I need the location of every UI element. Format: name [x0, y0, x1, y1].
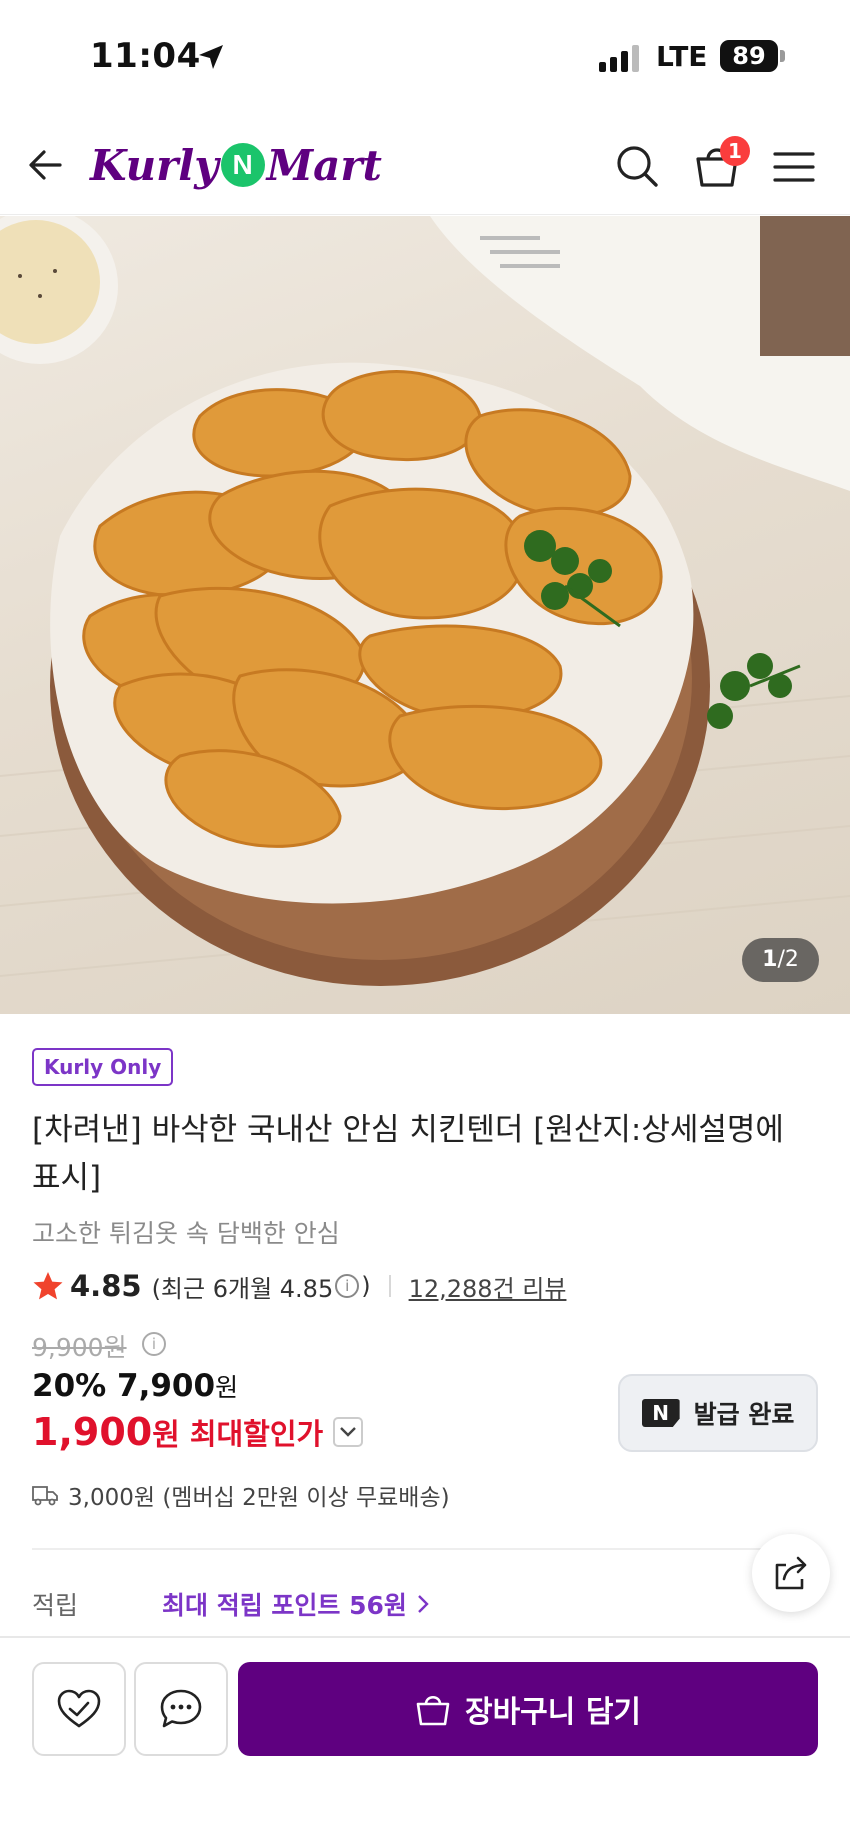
price-info-icon[interactable]: i — [142, 1332, 166, 1356]
divider — [388, 1275, 391, 1297]
chat-button[interactable] — [134, 1662, 228, 1756]
rating-row: 4.85 (최근 6개월 4.85 i ) 12,288건 리뷰 — [32, 1268, 566, 1304]
heart-icon — [57, 1689, 101, 1728]
original-price: 9,900원 — [32, 1333, 127, 1362]
add-to-cart-button[interactable]: 장바구니 담기 — [238, 1662, 818, 1756]
logo-text-right: Mart — [266, 140, 382, 190]
hamburger-menu-icon[interactable] — [772, 149, 816, 185]
search-icon[interactable] — [614, 143, 660, 189]
image-counter-total: 2 — [784, 947, 799, 972]
share-icon — [775, 1556, 807, 1590]
wishlist-button[interactable] — [32, 1662, 126, 1756]
coupon-issued-button[interactable]: N 발급 완료 — [618, 1374, 818, 1452]
product-subtitle: 고소한 튀김옷 속 담백한 안심 — [32, 1219, 340, 1248]
points-label: 적립 — [32, 1591, 79, 1620]
reviews-link[interactable]: 12,288건 리뷰 — [409, 1269, 567, 1304]
chicken-tender-photo — [0, 216, 850, 986]
app-header: Kurly N Mart 1 — [0, 115, 850, 215]
rating-recent-close: ) — [361, 1272, 371, 1300]
back-arrow-icon[interactable] — [26, 145, 66, 185]
points-link[interactable]: 최대 적립 포인트 56원 — [162, 1586, 431, 1622]
logo-text-left: Kurly — [90, 140, 219, 190]
star-icon — [33, 1272, 63, 1300]
chevron-right-icon — [418, 1595, 429, 1613]
product-image[interactable] — [0, 216, 850, 1014]
cell-signal-icon — [599, 45, 639, 72]
kurly-n-mart-logo[interactable]: Kurly N Mart — [90, 135, 382, 195]
max-discount-price: 1,900 — [32, 1410, 153, 1454]
battery-icon: 89 — [720, 40, 778, 72]
cart-count-badge: 1 — [720, 136, 750, 166]
status-time: 11:04 — [90, 36, 201, 76]
logo-n-badge: N — [220, 143, 265, 187]
truck-icon — [32, 1486, 58, 1506]
discount-price: 7,900 — [117, 1368, 216, 1404]
rating-recent: (최근 6개월 4.85 — [151, 1274, 334, 1303]
rating-score: 4.85 — [70, 1269, 142, 1303]
bottom-action-bar: 장바구니 담기 — [0, 1636, 850, 1842]
discount-percent: 20% — [32, 1368, 107, 1404]
status-bar: 11:04 LTE 89 — [0, 0, 850, 115]
product-title: [차려낸] 바삭한 국내산 안심 치킨텐더 [원산지:상세설명에 표시] — [32, 1112, 784, 1196]
naver-n-icon: N — [641, 1399, 680, 1427]
max-discount-row[interactable]: 1,900 원 최대할인가 — [32, 1410, 364, 1454]
kurly-only-badge: Kurly Only — [32, 1048, 174, 1086]
info-icon[interactable]: i — [335, 1274, 360, 1298]
location-arrow-icon — [199, 45, 223, 69]
discount-unit: 원 — [215, 1373, 239, 1402]
chevron-down-icon[interactable] — [333, 1417, 364, 1447]
network-type: LTE — [656, 40, 708, 73]
chat-bubble-icon — [160, 1689, 202, 1728]
add-to-cart-label: 장바구니 담기 — [464, 1695, 642, 1730]
shopping-bag-icon — [416, 1695, 450, 1726]
image-counter-separator: / — [777, 947, 785, 972]
battery-tip — [780, 50, 785, 62]
discount-row: 20% 7,900원 — [32, 1368, 238, 1404]
image-counter-current: 1 — [762, 947, 778, 972]
coupon-button-label: 발급 완료 — [693, 1400, 795, 1429]
points-value: 최대 적립 포인트 56원 — [162, 1591, 407, 1620]
section-divider — [32, 1548, 818, 1550]
share-button[interactable] — [752, 1534, 830, 1612]
image-counter: 1/2 — [742, 938, 819, 982]
max-discount-label: 최대할인가 — [189, 1417, 324, 1451]
delivery-text: 3,000원 (멤버십 2만원 이상 무료배송) — [68, 1485, 450, 1511]
delivery-info: 3,000원 (멤버십 2만원 이상 무료배송) — [32, 1478, 450, 1512]
max-discount-unit: 원 — [152, 1418, 180, 1453]
